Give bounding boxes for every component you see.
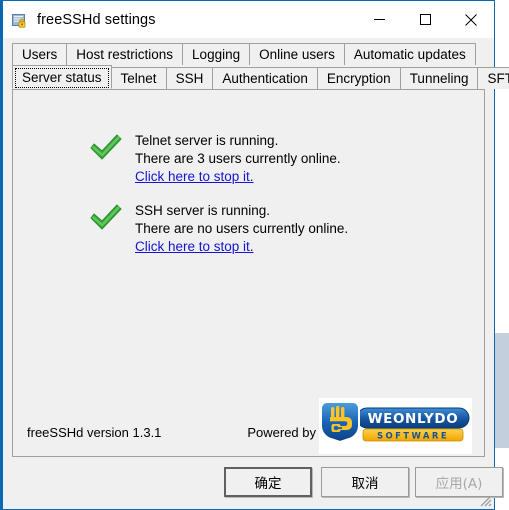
tab-row-upper: Users Host restrictions Logging Online u… <box>12 42 485 65</box>
svg-text:WEONLYDO: WEONLYDO <box>368 411 459 427</box>
telnet-status-line1: Telnet server is running. <box>135 133 279 148</box>
tab-label: SSH <box>175 71 204 86</box>
maximize-button[interactable] <box>402 1 448 38</box>
background-band <box>495 333 509 448</box>
telnet-status-line2: There are 3 users currently online. <box>135 151 341 166</box>
tab-label: Online users <box>259 47 335 62</box>
tab-encryption[interactable]: Encryption <box>316 67 401 89</box>
telnet-status-block: Telnet server is running. There are 3 us… <box>89 132 341 186</box>
tab-label: Tunneling <box>409 71 469 86</box>
tab-logging[interactable]: Logging <box>182 43 251 65</box>
svg-text:SOFTWARE: SOFTWARE <box>377 432 449 442</box>
green-check-icon <box>89 132 135 167</box>
tab-label: Logging <box>192 47 241 62</box>
close-button[interactable] <box>448 1 494 38</box>
tab-label: SFTP <box>487 71 509 86</box>
tab-label: Host restrictions <box>76 47 174 62</box>
tab-authentication[interactable]: Authentication <box>212 67 318 89</box>
ok-button[interactable]: 确定 <box>224 467 312 497</box>
tab-label: Automatic updates <box>353 47 466 62</box>
window-title: freeSSHd settings <box>37 11 156 28</box>
tab-row-lower: Server status Telnet SSH Authentication … <box>12 65 509 89</box>
powered-by-label: Powered by <box>247 425 316 440</box>
weonlydo-logo: WEONLYDO SOFTWARE <box>319 398 472 454</box>
resize-grip[interactable] <box>478 493 492 507</box>
ssh-stop-link[interactable]: Click here to stop it. <box>135 239 254 254</box>
tab-label: Server status <box>22 70 102 85</box>
minimize-button[interactable] <box>356 1 402 38</box>
tab-sftp[interactable]: SFTP <box>477 67 509 89</box>
tab-control: Users Host restrictions Logging Online u… <box>3 38 509 89</box>
version-label: freeSSHd version 1.3.1 <box>27 425 162 440</box>
tab-host-restrictions[interactable]: Host restrictions <box>66 43 184 65</box>
tab-server-status[interactable]: Server status <box>12 65 112 89</box>
tab-label: Authentication <box>222 71 308 86</box>
cancel-button[interactable]: 取消 <box>321 467 409 497</box>
screen: freeSSHd settings Users Host restriction… <box>0 0 509 510</box>
tab-online-users[interactable]: Online users <box>249 43 345 65</box>
title-bar: freeSSHd settings <box>3 1 494 38</box>
dialog-button-bar: 确定 取消 应用(A) <box>3 457 503 509</box>
server-status-panel: Telnet server is running. There are 3 us… <box>12 89 485 457</box>
ssh-status-line2: There are no users currently online. <box>135 221 349 236</box>
tab-label: Telnet <box>120 71 157 86</box>
telnet-status-text: Telnet server is running. There are 3 us… <box>135 132 341 186</box>
telnet-stop-link[interactable]: Click here to stop it. <box>135 169 254 184</box>
window-controls <box>356 1 494 38</box>
freesshd-settings-window: freeSSHd settings Users Host restriction… <box>0 0 509 510</box>
tab-tunneling[interactable]: Tunneling <box>399 67 479 89</box>
green-check-icon <box>89 202 135 237</box>
ssh-status-block: SSH server is running. There are no user… <box>89 202 348 256</box>
tab-label: Encryption <box>326 71 391 86</box>
tab-telnet[interactable]: Telnet <box>110 67 167 89</box>
tab-users[interactable]: Users <box>12 43 68 65</box>
ssh-status-line1: SSH server is running. <box>135 203 271 218</box>
tab-label: Users <box>22 47 58 62</box>
ssh-status-text: SSH server is running. There are no user… <box>135 202 348 256</box>
app-lock-icon <box>12 12 28 28</box>
tab-automatic-updates[interactable]: Automatic updates <box>343 43 476 65</box>
tab-ssh[interactable]: SSH <box>165 67 214 89</box>
